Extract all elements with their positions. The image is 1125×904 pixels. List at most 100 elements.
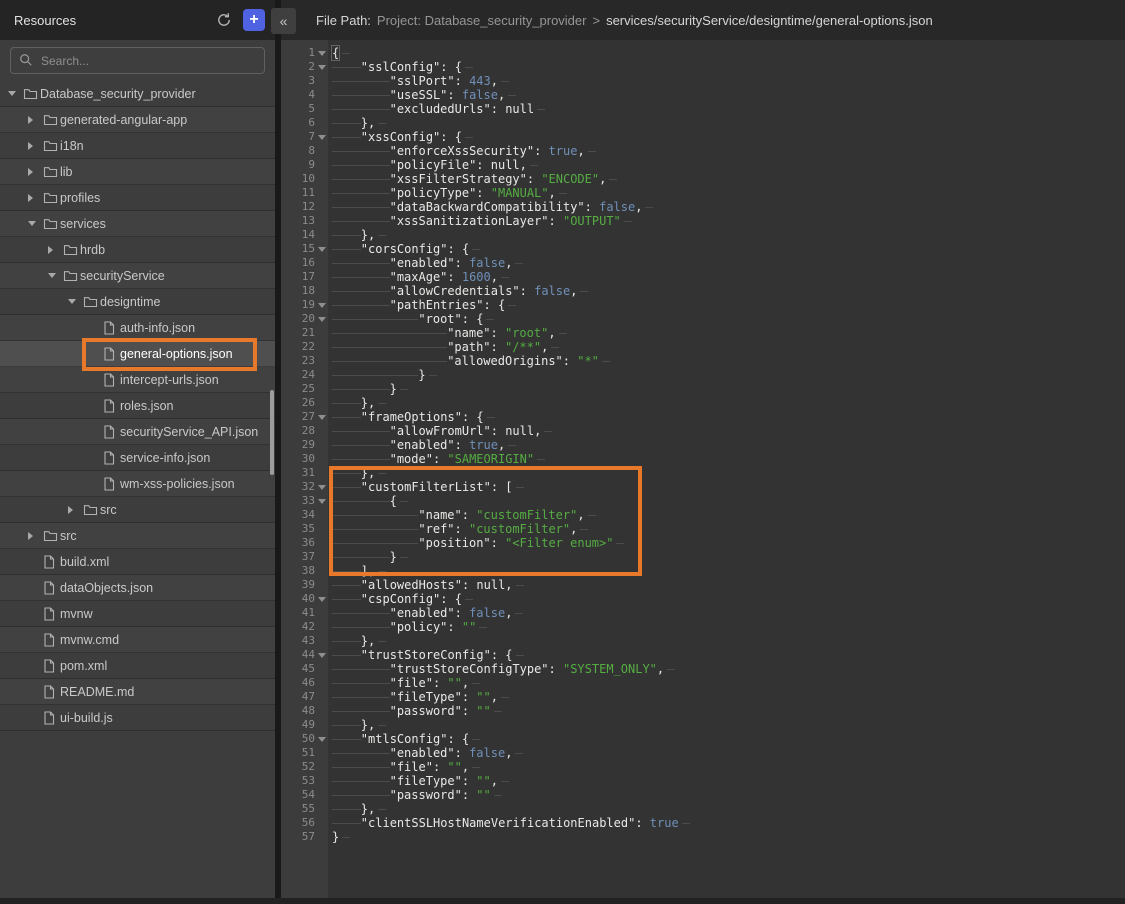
- code-line[interactable]: 53"fileType": "",: [281, 774, 1125, 788]
- tree-item-profiles[interactable]: profiles: [0, 185, 275, 211]
- gutter-cell[interactable]: 17: [281, 270, 328, 284]
- caret-right-icon[interactable]: [28, 532, 43, 540]
- gutter-cell[interactable]: 55: [281, 802, 328, 816]
- tree-item-mvnw[interactable]: mvnw: [0, 601, 275, 627]
- code-line[interactable]: 22"path": "/**",: [281, 340, 1125, 354]
- code-line[interactable]: 48"password": "": [281, 704, 1125, 718]
- tree-item-build-xml[interactable]: build.xml: [0, 549, 275, 575]
- tree-item-lib[interactable]: lib: [0, 159, 275, 185]
- gutter-cell[interactable]: 51: [281, 746, 328, 760]
- gutter-cell[interactable]: 20: [281, 312, 328, 326]
- search-input[interactable]: [10, 47, 265, 74]
- fold-caret-icon[interactable]: [315, 499, 328, 504]
- caret-right-icon[interactable]: [28, 194, 43, 202]
- caret-right-icon[interactable]: [68, 506, 83, 514]
- tree-item-hrdb[interactable]: hrdb: [0, 237, 275, 263]
- gutter-cell[interactable]: 28: [281, 424, 328, 438]
- gutter-cell[interactable]: 36: [281, 536, 328, 550]
- code-line[interactable]: 1{: [281, 46, 1125, 60]
- collapse-panel-button[interactable]: «: [271, 8, 296, 34]
- gutter-cell[interactable]: 8: [281, 144, 328, 158]
- code-line[interactable]: 44"trustStoreConfig": {: [281, 648, 1125, 662]
- gutter-cell[interactable]: 15: [281, 242, 328, 256]
- code-line[interactable]: 18"allowCredentials": false,: [281, 284, 1125, 298]
- gutter-cell[interactable]: 24: [281, 368, 328, 382]
- code-line[interactable]: 8"enforceXssSecurity": true,: [281, 144, 1125, 158]
- gutter-cell[interactable]: 5: [281, 102, 328, 116]
- code-line[interactable]: 14},: [281, 228, 1125, 242]
- gutter-cell[interactable]: 6: [281, 116, 328, 130]
- gutter-cell[interactable]: 12: [281, 200, 328, 214]
- code-line[interactable]: 26},: [281, 396, 1125, 410]
- gutter-cell[interactable]: 49: [281, 718, 328, 732]
- code-line[interactable]: 43},: [281, 634, 1125, 648]
- fold-caret-icon[interactable]: [315, 317, 328, 322]
- code-line[interactable]: 3"sslPort": 443,: [281, 74, 1125, 88]
- code-line[interactable]: 11"policyType": "MANUAL",: [281, 186, 1125, 200]
- gutter-cell[interactable]: 46: [281, 676, 328, 690]
- tree-item-wm-xss-policies-json[interactable]: wm-xss-policies.json: [0, 471, 275, 497]
- gutter-cell[interactable]: 42: [281, 620, 328, 634]
- gutter-cell[interactable]: 1: [281, 46, 328, 60]
- code-line[interactable]: 17"maxAge": 1600,: [281, 270, 1125, 284]
- code-line[interactable]: 45"trustStoreConfigType": "SYSTEM_ONLY",: [281, 662, 1125, 676]
- gutter-cell[interactable]: 32: [281, 480, 328, 494]
- tree-item-securityservice[interactable]: securityService: [0, 263, 275, 289]
- code-line[interactable]: 49},: [281, 718, 1125, 732]
- code-line[interactable]: 19"pathEntries": {: [281, 298, 1125, 312]
- gutter-cell[interactable]: 26: [281, 396, 328, 410]
- caret-down-icon[interactable]: [48, 273, 63, 278]
- code-line[interactable]: 16"enabled": false,: [281, 256, 1125, 270]
- code-line[interactable]: 30"mode": "SAMEORIGIN": [281, 452, 1125, 466]
- fold-caret-icon[interactable]: [315, 65, 328, 70]
- gutter-cell[interactable]: 39: [281, 578, 328, 592]
- tree-item-securityservice-api-json[interactable]: securityService_API.json: [0, 419, 275, 445]
- tree-item-ui-build-js[interactable]: ui-build.js: [0, 705, 275, 731]
- gutter-cell[interactable]: 21: [281, 326, 328, 340]
- gutter-cell[interactable]: 14: [281, 228, 328, 242]
- tree-scrollbar[interactable]: [270, 390, 274, 475]
- gutter-cell[interactable]: 43: [281, 634, 328, 648]
- tree-item-designtime[interactable]: designtime: [0, 289, 275, 315]
- code-line[interactable]: 57}: [281, 830, 1125, 844]
- caret-right-icon[interactable]: [48, 246, 63, 254]
- code-line[interactable]: 29"enabled": true,: [281, 438, 1125, 452]
- fold-caret-icon[interactable]: [315, 51, 328, 56]
- add-resource-button[interactable]: +: [243, 9, 265, 31]
- code-line[interactable]: 4"useSSL": false,: [281, 88, 1125, 102]
- tree-item-mvnw-cmd[interactable]: mvnw.cmd: [0, 627, 275, 653]
- gutter-cell[interactable]: 41: [281, 606, 328, 620]
- gutter-cell[interactable]: 54: [281, 788, 328, 802]
- gutter-cell[interactable]: 3: [281, 74, 328, 88]
- code-line[interactable]: 40"cspConfig": {: [281, 592, 1125, 606]
- fold-caret-icon[interactable]: [315, 653, 328, 658]
- tree-item-services[interactable]: services: [0, 211, 275, 237]
- code-line[interactable]: 24}: [281, 368, 1125, 382]
- gutter-cell[interactable]: 53: [281, 774, 328, 788]
- gutter-cell[interactable]: 50: [281, 732, 328, 746]
- gutter-cell[interactable]: 27: [281, 410, 328, 424]
- tree-item-service-info-json[interactable]: service-info.json: [0, 445, 275, 471]
- code-line[interactable]: 25}: [281, 382, 1125, 396]
- gutter-cell[interactable]: 40: [281, 592, 328, 606]
- gutter-cell[interactable]: 7: [281, 130, 328, 144]
- code-line[interactable]: 50"mtlsConfig": {: [281, 732, 1125, 746]
- gutter-cell[interactable]: 34: [281, 508, 328, 522]
- tree-item-generated-angular-app[interactable]: generated-angular-app: [0, 107, 275, 133]
- code-line[interactable]: 54"password": "": [281, 788, 1125, 802]
- code-line[interactable]: 2"sslConfig": {: [281, 60, 1125, 74]
- caret-right-icon[interactable]: [28, 168, 43, 176]
- gutter-cell[interactable]: 2: [281, 60, 328, 74]
- code-line[interactable]: 15"corsConfig": {: [281, 242, 1125, 256]
- caret-down-icon[interactable]: [28, 221, 43, 226]
- caret-right-icon[interactable]: [28, 142, 43, 150]
- gutter-cell[interactable]: 35: [281, 522, 328, 536]
- fold-caret-icon[interactable]: [315, 415, 328, 420]
- code-line[interactable]: 7"xssConfig": {: [281, 130, 1125, 144]
- bottom-scroll-track[interactable]: [0, 898, 1125, 904]
- tree-item-src[interactable]: src: [0, 497, 275, 523]
- refresh-button[interactable]: [213, 9, 235, 31]
- code-line[interactable]: 52"file": "",: [281, 760, 1125, 774]
- gutter-cell[interactable]: 29: [281, 438, 328, 452]
- code-line[interactable]: 56"clientSSLHostNameVerificationEnabled"…: [281, 816, 1125, 830]
